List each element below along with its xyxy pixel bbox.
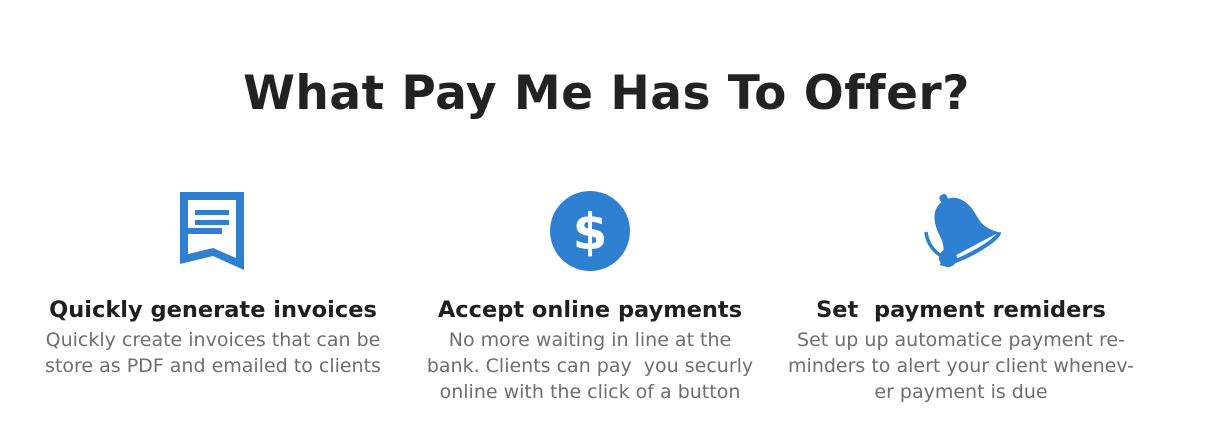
invoice-icon (180, 192, 244, 270)
feature-heading: Set payment remiders (816, 297, 1106, 323)
svg-text:$: $ (573, 203, 608, 261)
description-line: No more waiting in line at the (448, 329, 732, 351)
feature-description: No more waiting in line at the bank. Cli… (400, 327, 780, 405)
feature-invoices: Quickly generate invoices Quickly create… (30, 188, 396, 379)
feature-heading: Accept online payments (437, 297, 743, 323)
description-line: Set up up automatice payment re- (797, 329, 1125, 351)
description-line: minders to alert your client whenev- (788, 355, 1134, 377)
feature-heading: Quickly generate invoices (49, 297, 377, 323)
feature-description: Quickly create invoices that can be stor… (30, 327, 396, 379)
description-line: store as PDF and emailed to clients (45, 355, 381, 377)
bell-icon (924, 193, 1002, 267)
features-section: What Pay Me Has To Offer? Quickly genera… (0, 0, 1213, 433)
feature-payment-reminders: Set payment remiders Set up up automatic… (778, 188, 1144, 405)
description-line: er payment is due (874, 381, 1048, 403)
dollar-icon: $ (550, 191, 630, 271)
feature-description: Set up up automatice payment re- minders… (778, 327, 1144, 405)
page-title: What Pay Me Has To Offer? (243, 66, 970, 121)
description-line: online with the click of a button (439, 381, 741, 403)
description-line: Quickly create invoices that can be (45, 329, 381, 351)
feature-online-payments: $ Accept online payments No more waiting… (400, 188, 780, 405)
description-line: bank. Clients can pay you securly (426, 355, 754, 377)
